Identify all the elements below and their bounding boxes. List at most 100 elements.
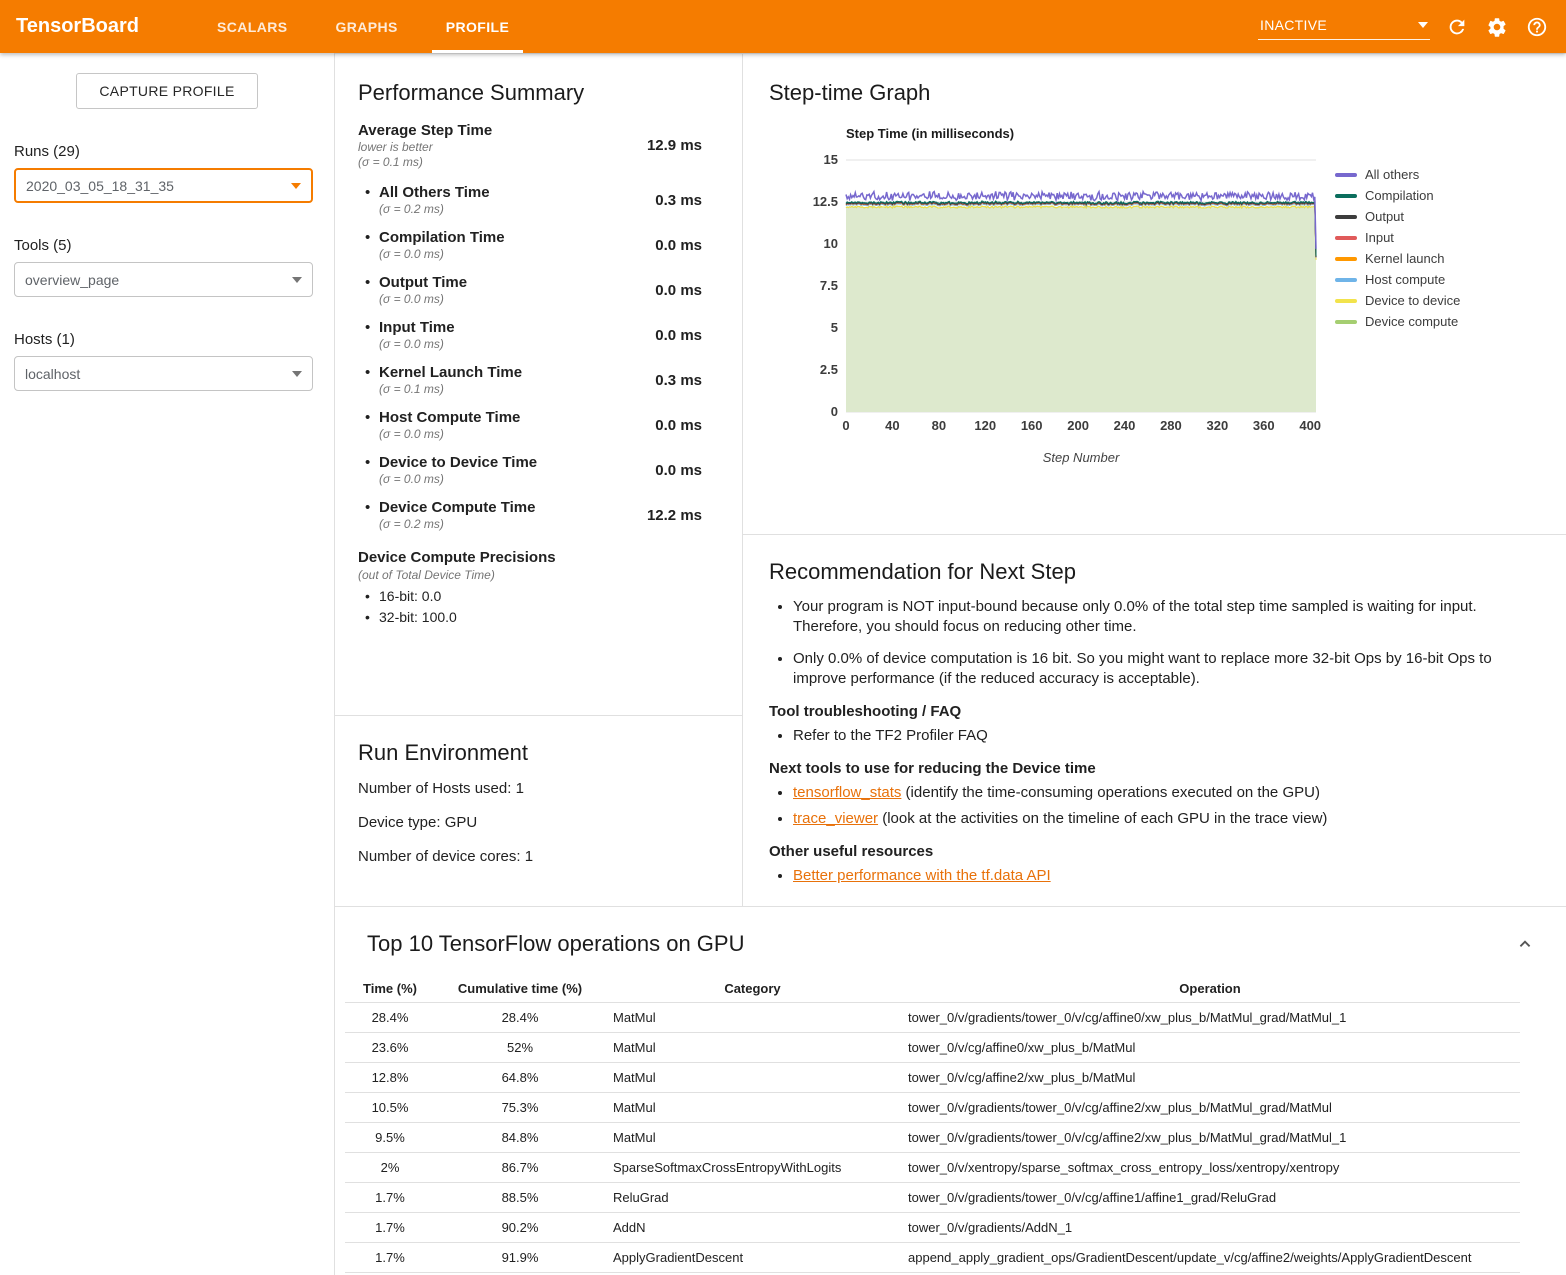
metric-sigma: (σ = 0.1 ms) [358,155,492,169]
precisions-title: Device Compute Precisions [358,549,742,566]
cell-operation: tower_0/v/gradients/AddN_1 [900,1213,1520,1243]
bullet-icon: • [365,409,379,441]
refresh-button[interactable] [1444,14,1470,40]
legend-item: Device compute [1335,311,1460,332]
metric-name: Average Step Time [358,122,492,139]
table-row: 28.4% 28.4% MatMul tower_0/v/gradients/t… [345,1003,1520,1033]
gear-icon [1486,16,1508,38]
metric-name: Host Compute Time [379,409,520,426]
other-resources-list: Better performance with the tf.data API [769,866,1539,886]
cell-cumulative: 90.2% [435,1213,605,1243]
top10-header: Top 10 TensorFlow operations on GPU [367,931,1552,957]
cell-category: MatMul [605,1063,900,1093]
next-tools-heading: Next tools to use for reducing the Devic… [769,760,1540,777]
table-row: 1.7% 88.5% ReluGrad tower_0/v/gradients/… [345,1183,1520,1213]
tab-profile[interactable]: PROFILE [422,0,533,53]
help-button[interactable] [1524,14,1550,40]
legend-label: Input [1365,230,1394,245]
table-row: 1.7% 90.2% AddN tower_0/v/gradients/AddN… [345,1213,1520,1243]
cell-time: 23.6% [345,1033,435,1063]
precision-item: • 32-bit: 100.0 [358,609,742,625]
tensorflow-stats-link[interactable]: tensorflow_stats [793,784,901,801]
col-time-header: Time (%) [345,975,435,1003]
tab-scalars[interactable]: SCALARS [193,0,311,53]
table-row: 1.7% 91.9% ApplyGradientDescent append_a… [345,1243,1520,1273]
tfdata-performance-link[interactable]: Better performance with the tf.data API [793,867,1051,884]
svg-text:360: 360 [1253,418,1275,433]
help-icon [1526,16,1548,38]
tab-graphs[interactable]: GRAPHS [311,0,421,53]
svg-text:Step Number: Step Number [1043,450,1120,465]
recommendation-bullet: Your program is NOT input-bound because … [793,597,1539,638]
performance-summary-panel: Performance Summary Average Step Time lo… [335,54,742,716]
env-device-type: Device type: GPU [358,814,742,831]
tool-item-description: (look at the activities on the timeline … [878,810,1327,827]
cell-cumulative: 64.8% [435,1063,605,1093]
cell-cumulative: 84.8% [435,1123,605,1153]
cell-time: 2% [345,1153,435,1183]
svg-text:7.5: 7.5 [820,278,838,293]
svg-text:0: 0 [831,404,838,419]
metric-value: 0.3 ms [655,372,742,389]
table-row: 23.6% 52% MatMul tower_0/v/cg/affine0/xw… [345,1033,1520,1063]
sidebar: CAPTURE PROFILE Runs (29) 2020_03_05_18_… [0,53,335,1275]
bullet-icon: • [365,588,379,604]
cell-cumulative: 52% [435,1033,605,1063]
metric-sigma: (σ = 0.2 ms) [379,517,535,531]
trace-viewer-link[interactable]: trace_viewer [793,810,878,827]
resource-item: Better performance with the tf.data API [793,866,1539,886]
legend-label: Device compute [1365,314,1458,329]
metric-value: 0.0 ms [655,327,742,344]
cell-time: 28.4% [345,1003,435,1033]
cell-cumulative: 88.5% [435,1183,605,1213]
step-time-graph-title: Step-time Graph [769,80,1566,106]
tool-item-description: (identify the time-consuming operations … [901,784,1320,801]
svg-text:5: 5 [831,320,838,335]
other-resources-heading: Other useful resources [769,843,1540,860]
metric-value: 0.0 ms [655,462,742,479]
legend-label: Kernel launch [1365,251,1445,266]
legend-swatch [1335,299,1357,303]
main-content: Performance Summary Average Step Time lo… [335,53,1566,1275]
tools-dropdown[interactable]: overview_page [14,262,313,297]
legend-label: Device to device [1365,293,1460,308]
legend-label: All others [1365,167,1419,182]
metric-sigma: (σ = 0.0 ms) [379,337,455,351]
collapse-button[interactable] [1512,931,1538,957]
metric-name: Compilation Time [379,229,505,246]
hosts-dropdown[interactable]: localhost [14,356,313,391]
table-row: 12.8% 64.8% MatMul tower_0/v/cg/affine2/… [345,1063,1520,1093]
chevron-down-icon [291,183,301,189]
status-dropdown-value: INACTIVE [1260,17,1327,33]
cell-cumulative: 75.3% [435,1093,605,1123]
svg-text:400: 400 [1299,418,1321,433]
chevron-down-icon [292,371,302,377]
legend-item: Kernel launch [1335,248,1460,269]
legend-item: All others [1335,164,1460,185]
legend-swatch [1335,194,1357,198]
tab-bar: SCALARS GRAPHS PROFILE [193,0,533,53]
settings-button[interactable] [1484,14,1510,40]
col-cumulative-header: Cumulative time (%) [435,975,605,1003]
legend-label: Host compute [1365,272,1445,287]
svg-text:160: 160 [1021,418,1043,433]
step-time-graph-panel: Step-time Graph 02.557.51012.51504080120… [743,54,1566,535]
legend-swatch [1335,278,1357,282]
cell-time: 9.5% [345,1123,435,1153]
runs-dropdown[interactable]: 2020_03_05_18_31_35 [14,168,313,203]
capture-profile-button[interactable]: CAPTURE PROFILE [76,73,257,109]
col-operation-header: Operation [900,975,1520,1003]
metric-row: • Compilation Time (σ = 0.0 ms) 0.0 ms [358,229,742,261]
cell-category: MatMul [605,1033,900,1063]
status-dropdown[interactable]: INACTIVE [1258,13,1430,40]
cell-category: ApplyGradientDescent [605,1243,900,1273]
recommendation-panel: Recommendation for Next Step Your progra… [743,535,1566,891]
cell-time: 10.5% [345,1093,435,1123]
metric-name: Kernel Launch Time [379,364,522,381]
cell-operation: tower_0/v/cg/affine2/xw_plus_b/MatMul [900,1063,1520,1093]
table-row: 10.5% 75.3% MatMul tower_0/v/gradients/t… [345,1093,1520,1123]
faq-heading: Tool troubleshooting / FAQ [769,703,1540,720]
tools-dropdown-value: overview_page [25,272,119,288]
legend-swatch [1335,257,1357,261]
cell-cumulative: 91.9% [435,1243,605,1273]
